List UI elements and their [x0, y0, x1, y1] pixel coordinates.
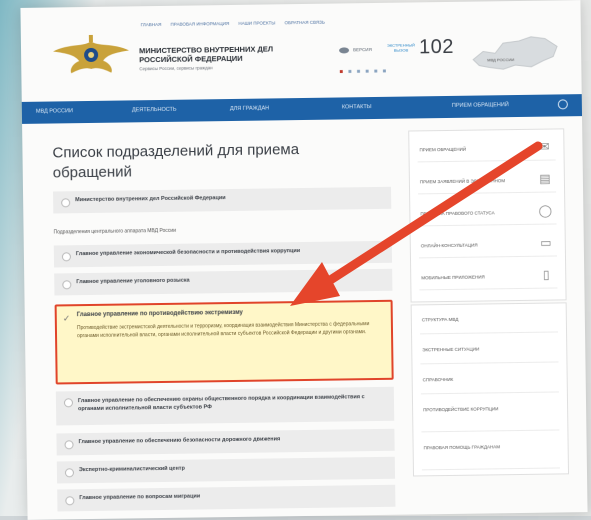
sidebar-item-mobile-apps[interactable]: МОБИЛЬНЫЕ ПРИЛОЖЕНИЯ ▯: [419, 263, 558, 291]
phone-icon: ▯: [542, 267, 550, 282]
department-name: Министерство внутренних дел Российской Ф…: [75, 195, 226, 204]
department-row[interactable]: Экспертно-криминалистический центр: [56, 456, 396, 484]
social-icons[interactable]: ■■■■■■: [339, 69, 391, 76]
page-title: Список подразделений для приема обращени…: [52, 141, 300, 182]
department-row[interactable]: Главное управление уголовного розыска: [54, 268, 393, 296]
sidebar-item-appeals[interactable]: ПРИЕМ ОБРАЩЕНИЙ ✉: [417, 135, 556, 163]
sidebar-link-label: ПРОТИВОДЕЙСТВИЕ КОРРУПЦИИ: [423, 406, 499, 413]
radio-button[interactable]: [62, 280, 72, 290]
map-label: МВД РОССИИ: [487, 57, 515, 63]
nav-item-appeals[interactable]: ПРИЕМ ОБРАЩЕНИЙ: [452, 102, 509, 109]
sidebar-link[interactable]: СТРУКТУРА МВД: [419, 305, 559, 335]
sidebar-link-label: СПРАВОЧНИК: [422, 376, 454, 383]
top-link[interactable]: ОБРАТНАЯ СВЯЗЬ: [285, 20, 325, 26]
sidebar-link[interactable]: СПРАВОЧНИК: [420, 365, 559, 395]
accessibility-label[interactable]: ВЕРСИЯ: [353, 47, 372, 52]
top-link[interactable]: ГЛАВНАЯ: [141, 22, 162, 27]
double-headed-eagle-emblem: [53, 34, 130, 74]
envelope-icon: ✉: [539, 139, 550, 154]
printed-webpage: ГЛАВНАЯ ПРАВОВАЯ ИНФОРМАЦИЯ НАШИ ПРОЕКТЫ…: [20, 0, 588, 520]
chat-icon: ▭: [540, 235, 552, 250]
sidebar-item-label: ПРОВЕРКА ПРАВОВОГО СТАТУСА: [420, 210, 495, 217]
department-name: Главное управление по вопросам миграции: [79, 493, 201, 502]
header-tools: ВЕРСИЯ ЭКСТРЕННЫЙ ВЫЗОВ 102 ■■■■■■: [339, 36, 460, 82]
top-link[interactable]: НАШИ ПРОЕКТЫ: [238, 20, 275, 26]
document-icon: ▤: [539, 171, 551, 186]
department-row[interactable]: Главное управление по вопросам миграции: [57, 484, 396, 512]
sidebar-item-status[interactable]: ПРОВЕРКА ПРАВОВОГО СТАТУСА ◯: [418, 199, 557, 227]
russia-map-widget[interactable]: МВД РОССИИ: [469, 28, 562, 79]
russia-map-icon: [472, 36, 558, 70]
nav-item-citizens[interactable]: ДЛЯ ГРАЖДАН: [230, 105, 269, 112]
radio-button[interactable]: [61, 198, 71, 208]
sidebar-link-label: СТРУКТУРА МВД: [421, 316, 459, 323]
top-link[interactable]: ПРАВОВАЯ ИНФОРМАЦИЯ: [171, 21, 230, 27]
services-sidebar: ПРИЕМ ОБРАЩЕНИЙ ✉ ПРИЕМ ЗАЯВЛЕНИЙ В ЭЛЕК…: [408, 128, 567, 303]
sidebar-item-statements[interactable]: ПРИЕМ ЗАЯВЛЕНИЙ В ЭЛЕКТРОННОМ ▤: [417, 167, 557, 195]
department-row[interactable]: Главное управление по обеспечению охраны…: [55, 386, 395, 426]
department-name: Главное управление уголовного розыска: [76, 277, 190, 286]
sidebar-item-label: ПРИЕМ ОБРАЩЕНИЙ: [419, 146, 467, 153]
department-name: Главное управление по обеспечению охраны…: [77, 394, 365, 413]
info-sidebar: СТРУКТУРА МВД ЭКСТРЕННЫЕ СИТУАЦИИ СПРАВО…: [410, 302, 570, 477]
radio-button[interactable]: [64, 440, 74, 450]
selected-department-highlight[interactable]: ✓ Главное управление по противодействию …: [54, 299, 394, 385]
radio-button[interactable]: [63, 398, 74, 408]
sidebar-link[interactable]: ПРАВОВАЯ ПОМОЩЬ ГРАЖДАНАМ: [421, 433, 560, 471]
department-row[interactable]: Главное управление по обеспечению безопа…: [56, 428, 395, 456]
radio-button[interactable]: [64, 468, 75, 478]
organization-subtitle: Сервисы России, сервисы граждан: [139, 65, 213, 72]
accessibility-eye-icon[interactable]: [339, 47, 350, 54]
sos-label-line: ВЫЗОВ: [393, 47, 409, 53]
nav-item-activity[interactable]: ДЕЯТЕЛЬНОСТЬ: [132, 107, 177, 114]
department-name: Экспертно-криминалистический центр: [78, 465, 185, 474]
radio-button[interactable]: [61, 252, 71, 262]
sidebar-item-label: ОНЛАЙН-КОНСУЛЬТАЦИЯ: [420, 242, 478, 249]
department-row[interactable]: Главное управление экономической безопас…: [53, 240, 393, 268]
site-header: ГЛАВНАЯ ПРАВОВАЯ ИНФОРМАЦИЯ НАШИ ПРОЕКТЫ…: [20, 0, 581, 100]
sidebar-link-label: ПРАВОВАЯ ПОМОЩЬ ГРАЖДАНАМ: [423, 444, 501, 451]
sidebar-link[interactable]: ПРОТИВОДЕЙСТВИЕ КОРРУПЦИИ: [420, 395, 560, 433]
sidebar-link-label: ЭКСТРЕННЫЕ СИТУАЦИИ: [422, 346, 480, 353]
sidebar-item-label: МОБИЛЬНЫЕ ПРИЛОЖЕНИЯ: [421, 274, 485, 281]
sidebar-item-consultation[interactable]: ОНЛАЙН-КОНСУЛЬТАЦИЯ ▭: [418, 231, 557, 259]
department-name: Главное управление по обеспечению безопа…: [78, 436, 281, 446]
department-name: Главное управление экономической безопас…: [75, 248, 301, 258]
selected-department-title: Главное управление по противодействию эк…: [76, 309, 243, 319]
check-icon[interactable]: ✓: [63, 313, 71, 324]
section-subheading: Подразделения центрального аппарата МВД …: [53, 227, 177, 236]
organization-name[interactable]: МИНИСТЕРСТВО ВНУТРЕННИХ ДЕЛ РОССИЙСКОЙ Ф…: [139, 44, 329, 65]
top-links: ГЛАВНАЯ ПРАВОВАЯ ИНФОРМАЦИЯ НАШИ ПРОЕКТЫ…: [141, 20, 333, 28]
department-row[interactable]: Министерство внутренних дел Российской Ф…: [53, 186, 392, 214]
nav-item-contacts[interactable]: КОНТАКТЫ: [342, 104, 372, 110]
shield-icon: ◯: [538, 203, 553, 218]
sidebar-item-label: ПРИЕМ ЗАЯВЛЕНИЙ В ЭЛЕКТРОННОМ: [419, 178, 506, 185]
search-icon[interactable]: [557, 99, 568, 110]
nav-item-mvd[interactable]: МВД РОССИИ: [36, 108, 73, 115]
emergency-call-label[interactable]: ЭКСТРЕННЫЙ ВЫЗОВ: [387, 42, 415, 52]
selected-department-description: Противодействие экстремистской деятельно…: [76, 321, 370, 340]
emergency-phone-number[interactable]: 102: [419, 36, 454, 59]
radio-button[interactable]: [65, 496, 75, 506]
org-name-line: РОССИЙСКОЙ ФЕДЕРАЦИИ: [139, 53, 243, 65]
sidebar-link[interactable]: ЭКСТРЕННЫЕ СИТУАЦИИ: [420, 335, 559, 365]
